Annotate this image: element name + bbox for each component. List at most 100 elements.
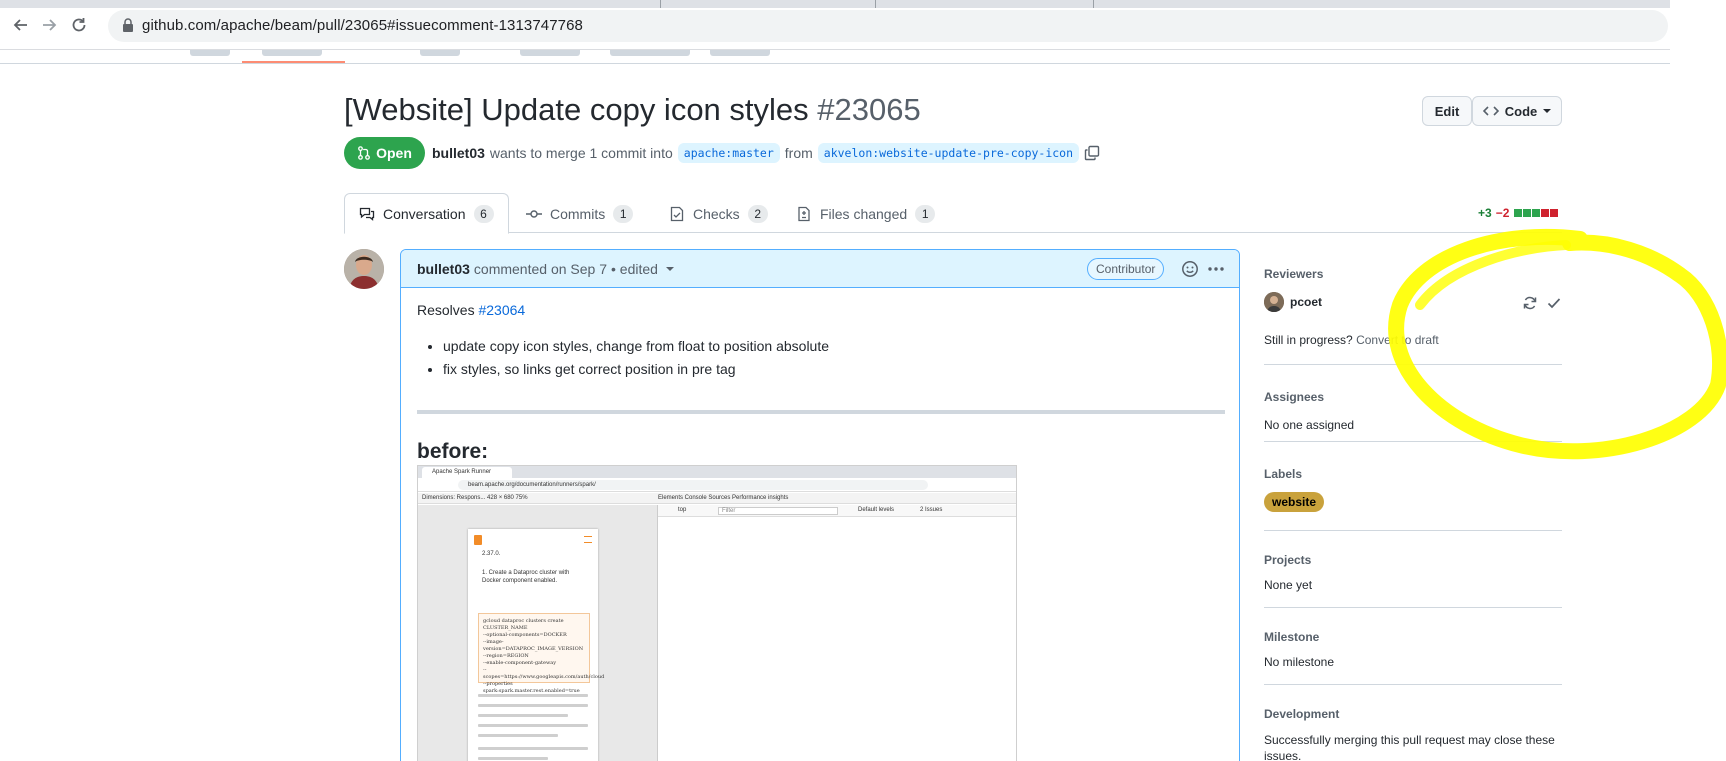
tab-files-changed[interactable]: Files changed 1 [796, 194, 936, 233]
resolves-line: Resolves #23064 [417, 302, 525, 318]
pull-request-icon [358, 146, 371, 160]
repo-nav-item[interactable] [710, 50, 770, 56]
merge-text: wants to merge 1 commit into [489, 145, 673, 161]
diffstat: +3 −2 [1478, 206, 1559, 220]
diffstat-block [1514, 209, 1523, 217]
tab-label: Checks [693, 205, 740, 222]
status-badge-label: Open [376, 145, 412, 161]
change-list: update copy icon styles, change from flo… [443, 338, 829, 384]
code-line: --region=REGION [483, 653, 529, 659]
code-line: --optional-components=DOCKER [483, 632, 567, 638]
head-branch[interactable]: akvelon:website-update-pre-copy-icon [817, 143, 1080, 163]
edit-button[interactable]: Edit [1422, 96, 1472, 126]
tab-checks[interactable]: Checks 2 [669, 194, 768, 233]
text-line [478, 704, 588, 707]
screenshot-devtools-bar: Dimensions: Respons... 428 × 680 75% Ele… [418, 493, 1016, 504]
from-text: from [784, 145, 813, 161]
code-button[interactable]: Code [1472, 96, 1562, 126]
sidebar-divider [1264, 607, 1562, 608]
comment-author[interactable]: bullet03 [417, 261, 470, 277]
pr-number: #23065 [817, 92, 921, 127]
screenshot-device-viewport: 2.37.0. 1. Create a Dataproc cluster wit… [418, 505, 658, 761]
tab-counter: 6 [473, 204, 494, 223]
tab-separator [875, 0, 876, 8]
screenshot-code-block: gcloud dataproc clusters create CLUSTER_… [478, 613, 604, 694]
text-line [478, 747, 588, 750]
label-website[interactable]: website [1264, 492, 1325, 512]
comment-meta: bullet03 commented on Sep 7 • edited [417, 261, 674, 277]
console-issues: 2 Issues [920, 507, 943, 513]
diffstat-block [1532, 209, 1541, 217]
edit-button-label: Edit [1434, 103, 1460, 119]
screenshot-console-bar: top Filter Default levels 2 Issues [658, 505, 1016, 517]
milestone-heading[interactable]: Milestone [1264, 630, 1562, 644]
before-heading: before: [417, 440, 489, 463]
back-button[interactable] [10, 14, 32, 36]
address-bar[interactable]: github.com/apache/beam/pull/23065#issuec… [108, 10, 1668, 42]
repo-nav-item[interactable] [610, 50, 690, 56]
file-diff-icon [798, 206, 810, 221]
divider [417, 410, 1225, 414]
lock-icon [123, 18, 133, 32]
comment-header: bullet03 commented on Sep 7 • edited Con… [401, 250, 1239, 288]
console-levels: Default levels [858, 507, 895, 513]
development-value: Successfully merging this pull request m… [1264, 733, 1555, 761]
reviewer-name: pcoet [1290, 295, 1323, 309]
code-line: --properties spark:spark.master.rest.ena… [483, 681, 580, 694]
development-heading[interactable]: Development [1264, 707, 1562, 721]
code-button-label: Code [1504, 103, 1538, 119]
embedded-screenshot[interactable]: Apache Spark Runner beam.apache.org/docu… [417, 465, 1017, 761]
kebab-horizontal-icon[interactable] [1207, 260, 1225, 278]
diffstat-deletions: −2 [1495, 206, 1510, 220]
list-item: update copy icon styles, change from flo… [443, 338, 829, 354]
screenshot-devtools-tabs: Elements Console Sources Performance ins… [658, 495, 789, 501]
text-line [478, 757, 548, 760]
screenshot-dimensions: Dimensions: Respons... 428 × 680 75% [422, 495, 528, 501]
contributor-badge: Contributor [1087, 258, 1165, 280]
repo-nav-item-pull-requests[interactable] [262, 50, 322, 56]
comment-discussion-icon [359, 207, 375, 221]
author-link[interactable]: bullet03 [432, 145, 485, 161]
smiley-icon[interactable] [1181, 260, 1199, 278]
console-filter-text: Filter [722, 508, 736, 514]
status-badge: Open [344, 137, 425, 169]
tab-separator [1093, 0, 1094, 8]
tab-counter: 1 [915, 204, 936, 223]
diffstat-block [1550, 209, 1559, 217]
edited-dropdown[interactable]: • edited [611, 261, 658, 277]
beam-logo-icon [474, 535, 482, 545]
highlight-annotation [1388, 228, 1726, 460]
hamburger-icon [584, 536, 592, 543]
chevron-down-icon [665, 267, 674, 271]
repo-nav-active-indicator [242, 61, 345, 63]
milestone-value: No milestone [1264, 655, 1335, 669]
screenshot-tab: Apache Spark Runner [422, 467, 512, 478]
tab-label: Files changed [820, 205, 908, 222]
merge-summary: bullet03 wants to merge 1 commit into ap… [432, 143, 1100, 163]
comment-timestamp[interactable]: commented on Sep 7 [474, 261, 607, 277]
issue-link[interactable]: #23064 [478, 302, 525, 318]
repo-nav-item[interactable] [520, 50, 580, 56]
repo-nav-item[interactable] [420, 50, 460, 56]
projects-heading[interactable]: Projects [1264, 553, 1562, 567]
screenshot-phone: 2.37.0. 1. Create a Dataproc cluster wit… [468, 529, 604, 761]
avatar-image [1264, 292, 1284, 312]
tab-label: Commits [550, 205, 606, 222]
tab-separator [660, 0, 661, 8]
text-line [478, 714, 568, 717]
copy-icon[interactable] [1084, 145, 1100, 161]
base-branch[interactable]: apache:master [677, 143, 780, 163]
arrow-right-icon [43, 19, 57, 31]
avatar[interactable] [344, 249, 384, 289]
draft-question: Still in progress? [1264, 333, 1353, 347]
tab-commits[interactable]: Commits 1 [526, 194, 634, 233]
repo-nav-item[interactable] [190, 50, 230, 56]
checklist-icon [670, 206, 684, 221]
forward-button[interactable] [38, 14, 60, 36]
reload-button[interactable] [68, 14, 90, 36]
code-line: --image-version=DATAPROC_IMAGE_VERSION [483, 639, 584, 652]
tab-label: Conversation [383, 205, 466, 222]
tab-conversation[interactable]: Conversation 6 [344, 193, 509, 234]
code-line: gcloud dataproc clusters create CLUSTER_… [483, 618, 564, 631]
pr-title-text: [Website] Update copy icon styles [344, 92, 809, 127]
